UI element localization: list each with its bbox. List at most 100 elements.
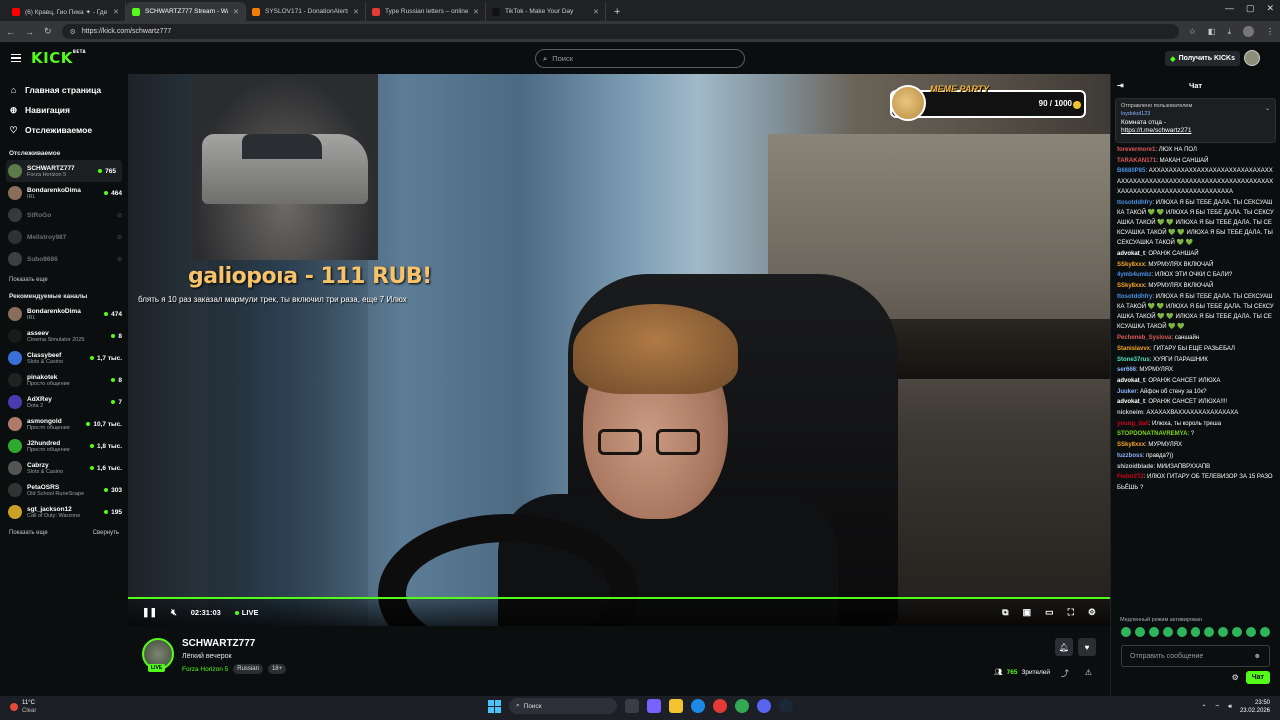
emote-icon[interactable] — [1246, 627, 1257, 637]
pip-icon[interactable]: ▣ — [1023, 607, 1032, 618]
chat-username[interactable]: SSky8xxx — [1117, 262, 1145, 268]
emote-icon[interactable] — [1176, 627, 1187, 637]
emote-icon[interactable] — [1121, 627, 1131, 637]
user-avatar[interactable] — [1244, 50, 1260, 66]
follow-button[interactable]: ♥ — [1078, 638, 1096, 656]
browser-tab[interactable]: TikTok - Make Your Day ✕ — [486, 2, 606, 21]
show-more-following[interactable]: Показать еще — [0, 277, 128, 283]
emote-icon[interactable] — [1218, 627, 1229, 637]
browser-tab[interactable]: SCHWARTZ777 Stream - Watch ✕ — [126, 2, 246, 21]
tray-overflow-icon[interactable]: ⌃ — [1202, 704, 1207, 711]
chat-input[interactable]: Отправить сообщение ☻ — [1121, 645, 1270, 667]
collapse-chat-icon[interactable]: ⇥ — [1117, 81, 1124, 90]
kick-logo[interactable]: KICKBETA — [31, 49, 86, 67]
bookmark-star-icon[interactable]: ☆ — [1189, 27, 1196, 36]
sidebar-channel[interactable]: Mellstroy987 ⊘ — [0, 226, 128, 248]
sidebar-channel[interactable]: asseev Cinema Simulator 2025 8 — [0, 325, 128, 347]
emote-icon[interactable] — [1162, 627, 1173, 637]
chat-username[interactable]: B6680P85 — [1117, 168, 1145, 174]
sidebar-channel[interactable]: BondarenkoDima IRL 464 — [0, 182, 128, 204]
copilot-icon[interactable] — [647, 699, 661, 713]
close-window-icon[interactable]: ✕ — [1266, 3, 1274, 14]
collapse-link[interactable]: Свернуть — [93, 530, 119, 536]
pinned-message[interactable]: Отправлено пользователем loydokol123 Ком… — [1115, 98, 1276, 143]
reload-icon[interactable]: ↻ — [44, 26, 52, 37]
chrome-icon[interactable] — [735, 699, 749, 713]
back-icon[interactable]: ← — [6, 27, 15, 37]
discord-icon[interactable] — [757, 699, 771, 713]
sidebar-nav-item[interactable]: ⊕ Навигация — [0, 100, 128, 120]
clip-icon[interactable]: ⧉ — [1002, 607, 1008, 618]
new-tab-button[interactable]: + — [606, 2, 628, 21]
chat-username[interactable]: Stone37rus — [1117, 357, 1150, 363]
chat-username[interactable]: nickneim — [1117, 410, 1143, 416]
chat-username[interactable]: 4ymb4umbz — [1117, 272, 1152, 278]
chat-username[interactable]: ser666 — [1117, 367, 1136, 373]
chat-username[interactable]: forevermore1 — [1117, 147, 1155, 153]
tab-close-icon[interactable]: ✕ — [233, 8, 239, 16]
report-icon[interactable]: ⚠ — [1085, 668, 1092, 679]
sidebar-channel[interactable]: Cabrzy Slots & Casino 1,6 тыс. — [0, 457, 128, 479]
live-indicator[interactable]: LIVE — [234, 608, 258, 617]
minimize-icon[interactable]: — — [1225, 3, 1234, 14]
volume-icon[interactable]: 🔊︎ — [1228, 704, 1232, 711]
chat-username[interactable]: STOPDONATNAVREMYA — [1117, 431, 1187, 437]
network-icon[interactable]: ⌔ — [1215, 703, 1221, 711]
maximize-icon[interactable]: ▢ — [1246, 3, 1255, 14]
tab-close-icon[interactable]: ✕ — [353, 8, 359, 16]
share-icon[interactable]: ⤴ — [1061, 668, 1069, 679]
tag-language[interactable]: Russian — [233, 664, 263, 674]
chat-username[interactable]: SSky8xxx — [1117, 283, 1145, 289]
emote-icon[interactable] — [1260, 627, 1270, 637]
sidebar-nav-item[interactable]: ⌂ Главная страница — [0, 80, 128, 100]
sidebar-channel[interactable]: sgt_jackson12 Call of Duty: Warzone 195 — [0, 501, 128, 523]
extensions-icon[interactable]: ◧ — [1208, 27, 1216, 36]
file-explorer-icon[interactable] — [669, 699, 683, 713]
theater-mode-icon[interactable]: ▭ — [1045, 607, 1054, 618]
sidebar-channel[interactable]: StRoGo ⊘ — [0, 204, 128, 226]
chat-username[interactable]: ttosotddhfry — [1117, 200, 1152, 206]
sidebar-nav-item[interactable]: ♡ Отслеживаемое — [0, 120, 128, 140]
tab-close-icon[interactable]: ✕ — [113, 8, 119, 16]
chat-username[interactable]: young_dali — [1117, 421, 1149, 427]
sidebar-channel[interactable]: PetaOSRS Old School RuneScape 303 — [0, 479, 128, 501]
browser-tab[interactable]: SYSLOV171 - DonationAlerts ✕ — [246, 2, 366, 21]
emoji-picker-icon[interactable]: ☻ — [1254, 653, 1261, 660]
stream-category[interactable]: Forza Horizon 5 — [182, 666, 228, 673]
search-input[interactable]: ⌕ Поиск — [535, 49, 745, 68]
task-view-icon[interactable] — [625, 699, 639, 713]
get-kicks-button[interactable]: ◆ Получить KICKs — [1165, 51, 1240, 66]
sidebar-channel[interactable]: AdXRey Dota 2 7 — [0, 391, 128, 413]
site-info-icon[interactable]: ⚙ — [70, 28, 76, 36]
steam-icon[interactable] — [779, 699, 793, 713]
emote-icon[interactable] — [1190, 627, 1201, 637]
sidebar-channel[interactable]: asmongold Просто общение 10,7 тыс. — [0, 413, 128, 435]
chat-username[interactable]: advokat_t — [1117, 399, 1145, 405]
video-player[interactable]: galiopoıa - 111 RUB! блять я 10 раз зака… — [128, 74, 1110, 626]
emote-icon[interactable] — [1204, 627, 1215, 637]
emote-icon[interactable] — [1148, 627, 1159, 637]
browser-menu-icon[interactable]: ⋮ — [1266, 27, 1274, 36]
notification-bell-button[interactable]: 🔔︎ — [1055, 638, 1073, 656]
mute-icon[interactable]: 🔇︎ — [171, 607, 177, 618]
menu-icon[interactable] — [11, 53, 21, 63]
edge-icon[interactable] — [691, 699, 705, 713]
show-more-recommended[interactable]: Показать еще — [9, 530, 48, 536]
chat-username[interactable]: advokat_t — [1117, 251, 1145, 257]
clock[interactable]: 23:50 23.02.2026 — [1240, 699, 1270, 715]
obs-icon[interactable] — [713, 699, 727, 713]
sidebar-channel[interactable]: J2hundred Просто общение 1,8 тыс. — [0, 435, 128, 457]
chat-username[interactable]: shizoidblade — [1117, 464, 1153, 470]
emote-icon[interactable] — [1232, 627, 1243, 637]
pause-icon[interactable]: ❚❚ — [142, 607, 157, 618]
unpin-icon[interactable]: ⌄ — [1265, 105, 1270, 112]
pinned-link[interactable]: https://t.me/schwartz271 — [1121, 127, 1191, 134]
profile-avatar[interactable] — [1243, 26, 1254, 37]
chat-username[interactable]: Pecheneb_Syslova — [1117, 335, 1171, 341]
chat-username[interactable]: advokat_t — [1117, 378, 1145, 384]
weather-widget[interactable]: 11°C Clear — [10, 699, 36, 715]
chat-username[interactable]: SSky8xxx — [1117, 442, 1145, 448]
sidebar-channel[interactable]: Subo8686 ⊘ — [0, 248, 128, 270]
chat-username[interactable]: TARAKAN171 — [1117, 158, 1156, 164]
chat-username[interactable]: Fedor272 — [1117, 474, 1144, 480]
